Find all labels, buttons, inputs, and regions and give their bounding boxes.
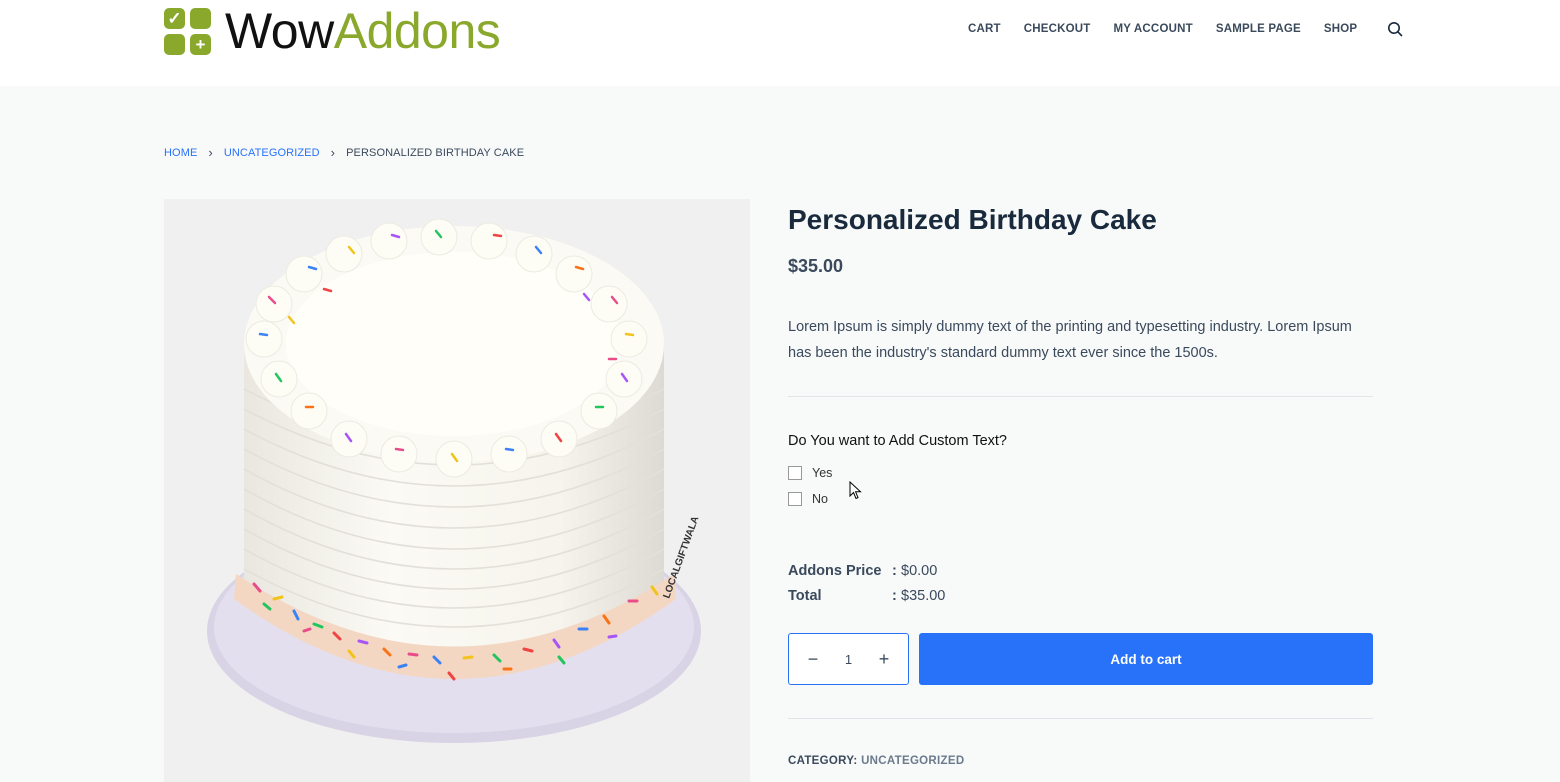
increase-quantity-button[interactable]: + — [874, 649, 894, 670]
logo-word-wow: Wow — [225, 3, 334, 59]
site-header: ✓ + WowAddons CART CHECKOUT MY ACCOUNT S… — [0, 0, 1560, 86]
logo-blank-tile — [164, 33, 185, 55]
mouse-cursor-icon — [849, 481, 862, 500]
main-nav: CART CHECKOUT MY ACCOUNT SAMPLE PAGE SHO… — [968, 21, 1403, 37]
addon-option-label: No — [812, 492, 828, 506]
addons-price-label: Addons Price: — [788, 562, 897, 579]
add-to-cart-button[interactable]: Add to cart — [919, 633, 1373, 685]
total-value: $35.00 — [901, 587, 946, 604]
cake-illustration: LOCALGIFTWALA — [207, 218, 701, 743]
total-label: Total: — [788, 587, 897, 604]
total-row: Total: $35.00 — [788, 583, 945, 608]
product-price: $35.00 — [788, 256, 844, 276]
breadcrumb: HOME › UNCATEGORIZED › PERSONALIZED BIRT… — [164, 145, 524, 160]
quantity-input[interactable]: 1 — [845, 652, 852, 667]
divider — [788, 396, 1373, 397]
divider — [788, 718, 1373, 719]
chevron-right-icon: › — [208, 145, 213, 160]
product-title: Personalized Birthday Cake — [788, 204, 1157, 235]
logo-icon: ✓ + — [164, 7, 211, 55]
logo-check-tile: ✓ — [164, 7, 185, 29]
category-label: CATEGORY: — [788, 755, 858, 767]
nav-item-cart[interactable]: CART — [968, 23, 1001, 35]
quantity-stepper: − 1 + — [788, 633, 909, 685]
addons-price-value: $0.00 — [901, 562, 938, 579]
logo-blank-tile — [190, 7, 211, 29]
addon-option-no[interactable]: No — [788, 492, 828, 506]
checkbox-yes[interactable] — [788, 466, 802, 480]
breadcrumb-current: PERSONALIZED BIRTHDAY CAKE — [346, 146, 525, 159]
breadcrumb-category[interactable]: UNCATEGORIZED — [224, 147, 320, 159]
nav-item-checkout[interactable]: CHECKOUT — [1024, 23, 1091, 35]
decrease-quantity-button[interactable]: − — [803, 649, 823, 670]
chevron-right-icon: › — [330, 145, 336, 160]
logo-plus-tile: + — [190, 33, 211, 55]
logo-text: WowAddons — [225, 3, 501, 59]
breadcrumb-home[interactable]: HOME — [164, 147, 197, 159]
addon-option-yes[interactable]: Yes — [788, 466, 832, 480]
logo-word-addons: Addons — [333, 3, 501, 59]
addon-question: Do You want to Add Custom Text? — [788, 433, 1007, 449]
site-logo[interactable]: ✓ + WowAddons — [164, 3, 501, 59]
category-link[interactable]: UNCATEGORIZED — [861, 755, 964, 767]
product-description: Lorem Ipsum is simply dummy text of the … — [788, 319, 1352, 361]
addon-option-label: Yes — [812, 466, 833, 480]
image-watermark: LOCALGIFTWALA — [661, 515, 701, 600]
checkbox-no[interactable] — [788, 492, 802, 506]
product-category: CATEGORY: UNCATEGORIZED — [788, 755, 964, 767]
price-summary: Addons Price: $0.00 Total: $35.00 — [788, 558, 945, 608]
nav-item-shop[interactable]: SHOP — [1324, 23, 1357, 35]
nav-item-my-account[interactable]: MY ACCOUNT — [1114, 23, 1193, 35]
nav-item-sample-page[interactable]: SAMPLE PAGE — [1216, 23, 1301, 35]
product-image[interactable]: LOCALGIFTWALA — [164, 199, 750, 782]
search-icon[interactable] — [1387, 21, 1403, 37]
addons-price-row: Addons Price: $0.00 — [788, 558, 945, 583]
